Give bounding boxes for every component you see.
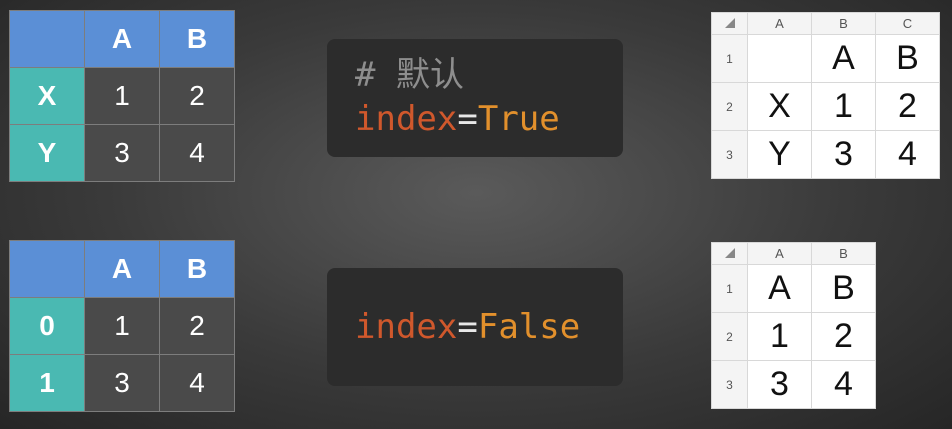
sheet-cell: X: [747, 82, 812, 131]
sheet-cell: B: [811, 264, 876, 313]
sheet-cell: 1: [747, 312, 812, 361]
sheet-corner: [711, 242, 748, 265]
sheet-column-header: A: [747, 242, 812, 265]
cell-value: 2: [159, 67, 235, 125]
code-value: False: [477, 307, 581, 347]
sheet-cell: B: [875, 34, 940, 83]
column-header: A: [84, 10, 160, 68]
sheet-column-header: B: [811, 242, 876, 265]
sheet-row-number: 1: [711, 264, 748, 313]
column-header: A: [84, 240, 160, 298]
row-index: 1: [9, 354, 85, 412]
select-all-icon: [724, 18, 735, 28]
sheet-row-number: 1: [711, 34, 748, 83]
sheet-cell: 1: [811, 82, 876, 131]
code-value: True: [477, 99, 560, 139]
select-all-icon: [724, 248, 735, 258]
sheet-cell: 4: [875, 130, 940, 179]
code-param: index: [355, 99, 458, 139]
sheet-cell: [747, 34, 812, 83]
column-header: B: [159, 240, 235, 298]
sheet-cell: 4: [811, 360, 876, 409]
cell-value: 3: [84, 354, 160, 412]
sheet-corner: [711, 12, 748, 35]
sheet-column-header: A: [747, 12, 812, 35]
sheet-row-number: 2: [711, 312, 748, 361]
cell-value: 1: [84, 297, 160, 355]
code-comment: # 默认: [355, 55, 464, 95]
sheet-cell: 3: [811, 130, 876, 179]
sheet-cell: 2: [875, 82, 940, 131]
code-equals: =: [457, 307, 478, 347]
code-snippet-index-true: # 默认 index=True: [327, 39, 623, 157]
sheet-cell: A: [811, 34, 876, 83]
code-snippet-index-false: index=False: [327, 268, 623, 386]
spreadsheet-without-index: A B 1 A B 2 1 2 3 3 4: [711, 242, 876, 409]
sheet-row-number: 3: [711, 360, 748, 409]
dataframe-corner: [9, 240, 85, 298]
sheet-row-number: 2: [711, 82, 748, 131]
cell-value: 4: [159, 354, 235, 412]
code-line: index=False: [355, 305, 623, 349]
sheet-cell: A: [747, 264, 812, 313]
dataframe-corner: [9, 10, 85, 68]
code-param: index: [355, 307, 458, 347]
cell-value: 3: [84, 124, 160, 182]
cell-value: 1: [84, 67, 160, 125]
code-equals: =: [457, 99, 478, 139]
spreadsheet-with-index: A B C 1 A B 2 X 1 2 3 Y 3 4: [711, 12, 940, 179]
column-header: B: [159, 10, 235, 68]
row-index: X: [9, 67, 85, 125]
row-index: Y: [9, 124, 85, 182]
code-line: index=True: [355, 97, 623, 141]
dataframe-default-index: A B 0 1 2 1 3 4: [9, 240, 235, 412]
sheet-cell: 3: [747, 360, 812, 409]
cell-value: 4: [159, 124, 235, 182]
row-index: 0: [9, 297, 85, 355]
sheet-column-header: C: [875, 12, 940, 35]
sheet-cell: Y: [747, 130, 812, 179]
dataframe-index-labels: A B X 1 2 Y 3 4: [9, 10, 235, 182]
cell-value: 2: [159, 297, 235, 355]
sheet-row-number: 3: [711, 130, 748, 179]
sheet-cell: 2: [811, 312, 876, 361]
sheet-column-header: B: [811, 12, 876, 35]
